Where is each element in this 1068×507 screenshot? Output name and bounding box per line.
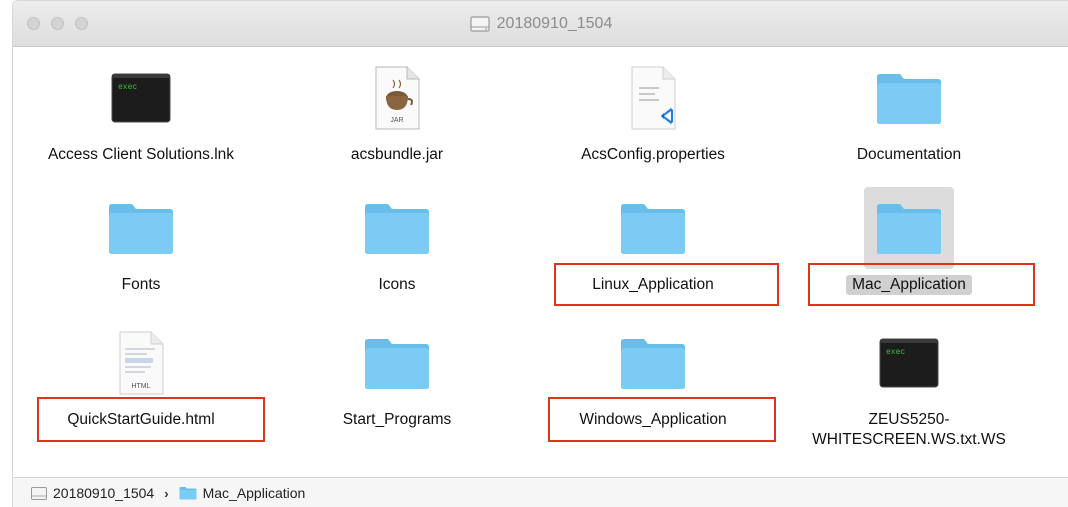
- file-name-line-1: ZEUS5250-: [868, 411, 950, 428]
- properties-file-icon[interactable]: [608, 57, 698, 139]
- jar-icon-text: JAR: [390, 117, 403, 124]
- folder-icon[interactable]: [352, 322, 442, 404]
- disk-icon: [470, 16, 490, 32]
- file-name: Documentation: [856, 146, 962, 163]
- file-name: ZEUS5250- WHITESCREEN.WS.txt.WS: [806, 410, 1012, 450]
- window-title-text: 20180910_1504: [496, 15, 613, 32]
- file-item[interactable]: exec ZEUS5250- WHITESCREEN.WS.txt.WS: [781, 322, 1037, 450]
- exec-icon[interactable]: exec: [96, 57, 186, 139]
- file-item[interactable]: Documentation: [781, 57, 1037, 165]
- file-item[interactable]: AcsConfig.properties: [525, 57, 781, 165]
- window-title: 20180910_1504: [13, 14, 1068, 34]
- path-segment-folder[interactable]: Mac_Application: [203, 485, 306, 501]
- highlight-box-linux-application: [554, 263, 779, 306]
- title-bar[interactable]: 20180910_1504: [13, 1, 1068, 47]
- exec-icon[interactable]: exec: [864, 322, 954, 404]
- highlight-box-mac-application: [808, 263, 1035, 306]
- file-name: Access Client Solutions.lnk: [47, 146, 235, 163]
- highlight-box-windows-application: [548, 397, 776, 442]
- folder-icon[interactable]: [352, 187, 442, 269]
- file-grid: exec Access Client Solutions.lnk JAR acs…: [13, 47, 1068, 477]
- jar-icon[interactable]: JAR: [352, 57, 442, 139]
- finder-window: 20180910_1504 exec Access Client Solutio…: [12, 0, 1068, 507]
- folder-icon[interactable]: [864, 57, 954, 139]
- file-name: Icons: [378, 276, 416, 293]
- file-name: Fonts: [121, 276, 161, 293]
- file-name-line-2: WHITESCREEN.WS.txt.WS: [812, 431, 1006, 448]
- folder-icon: [179, 487, 197, 500]
- path-segment-volume[interactable]: 20180910_1504: [53, 485, 154, 501]
- path-separator: ›: [164, 485, 169, 501]
- file-item[interactable]: Icons: [269, 187, 525, 295]
- folder-icon[interactable]: [864, 187, 954, 269]
- file-item[interactable]: Start_Programs: [269, 322, 525, 430]
- html-icon-text: HTML: [131, 383, 150, 390]
- folder-icon[interactable]: [608, 322, 698, 404]
- exec-icon-text: exec: [886, 348, 905, 357]
- file-name: acsbundle.jar: [350, 146, 444, 163]
- folder-icon[interactable]: [96, 187, 186, 269]
- file-item[interactable]: JAR acsbundle.jar: [269, 57, 525, 165]
- disk-icon: [31, 486, 47, 500]
- file-name: AcsConfig.properties: [581, 146, 725, 163]
- file-item[interactable]: Fonts: [13, 187, 269, 295]
- file-item[interactable]: exec Access Client Solutions.lnk: [13, 57, 269, 165]
- file-name: Start_Programs: [342, 411, 452, 428]
- html-file-icon[interactable]: HTML: [96, 322, 186, 404]
- exec-icon-text: exec: [118, 83, 137, 92]
- path-bar: 20180910_1504 › Mac_Application: [13, 477, 1068, 507]
- folder-icon[interactable]: [608, 187, 698, 269]
- highlight-box-quickstartguide: [37, 397, 265, 442]
